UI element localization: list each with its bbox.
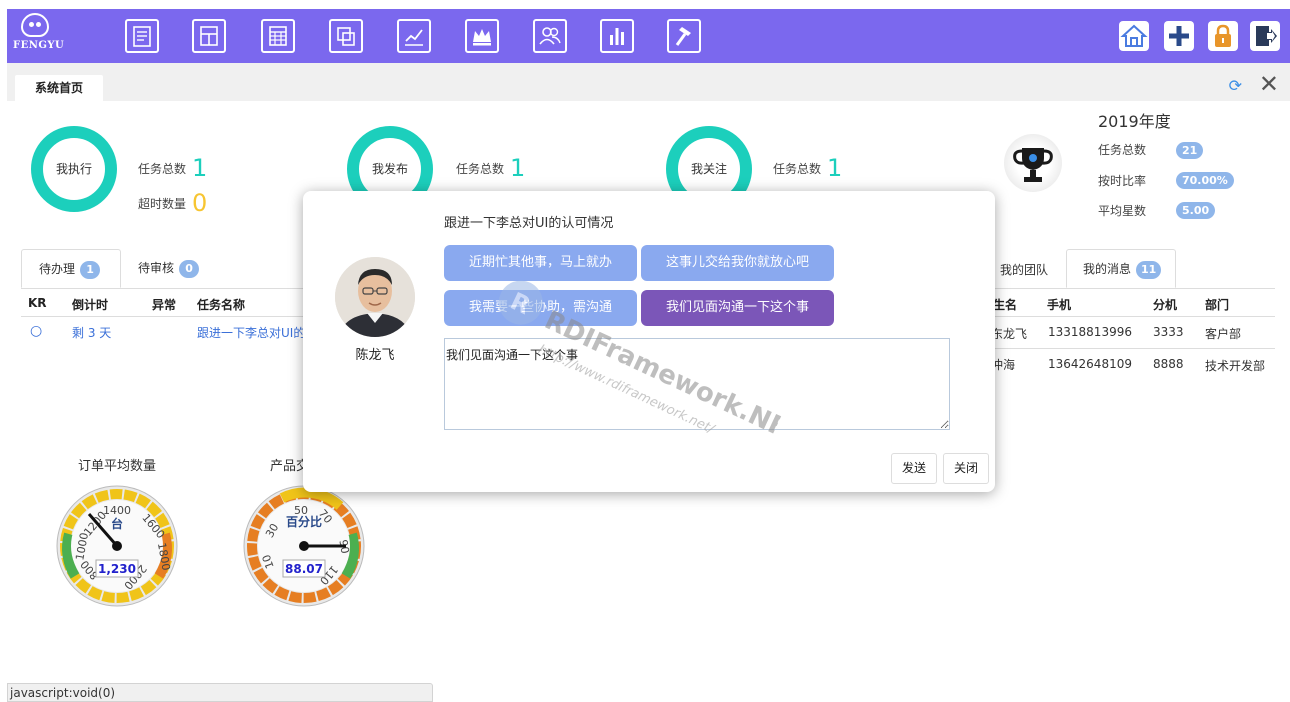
person-name: 陈龙飞 <box>355 348 395 363</box>
member-ext: 8888 <box>1153 357 1184 371</box>
stat-value: 1 <box>510 154 526 182</box>
quick-reply-busy[interactable]: 近期忙其他事，马上就办 <box>444 245 637 281</box>
task-name-link[interactable]: 跟进一下李总对UI的 <box>197 324 305 341</box>
tab-label: 待办理 <box>39 262 76 276</box>
summary-year: 2019年度 <box>1098 112 1171 131</box>
member-phone: 13318813996 <box>1048 325 1132 339</box>
quick-reply-meet[interactable]: 我们见面沟通一下这个事 <box>641 290 834 326</box>
quick-reply-need-help[interactable]: 我需要一些协助，需沟通 <box>444 290 637 326</box>
tab-my-messages[interactable]: 我的消息 11 <box>1066 249 1176 288</box>
gauge-product: 50 70 30 90 10 110 百分比 88.07 <box>243 485 365 607</box>
member-phone: 13642648109 <box>1048 357 1132 371</box>
tab-label: 待审核 <box>138 261 175 275</box>
stat-task-total: 任务总数 1 <box>138 154 207 182</box>
col-header-phone[interactable]: 手机 <box>1047 296 1071 313</box>
member-dept: 客户部 <box>1205 327 1242 341</box>
summary-label: 任务总数 <box>1098 143 1147 157</box>
gauge-unit: 台 <box>111 516 123 531</box>
gauge-order-avg: 1400 1200 1600 1000 1800 800 2000 台 1,23… <box>56 485 178 607</box>
tab-todo[interactable]: 待办理 1 <box>21 249 121 288</box>
stat-label: 任务总数 <box>773 162 822 176</box>
row-divider <box>995 348 1275 349</box>
report-icon[interactable] <box>125 19 159 53</box>
stat-label: 超时数量 <box>138 197 187 211</box>
kr-radio[interactable]: ○ <box>30 323 42 339</box>
home-icon[interactable] <box>1119 21 1149 51</box>
app-root: FENGYU 系统首页 ⟳ ✕ 我执行 任务总数 1 超时数量 0 我发布 任务… <box>0 0 1290 702</box>
users-icon[interactable] <box>533 19 567 53</box>
summary-badge: 70.00% <box>1176 172 1234 189</box>
gauge-tick: 1400 <box>103 504 131 517</box>
send-button[interactable]: 发送 <box>891 453 938 484</box>
plus-icon[interactable] <box>1164 21 1194 51</box>
tab-count-badge: 0 <box>179 260 200 278</box>
summary-badge: 5.00 <box>1176 202 1216 219</box>
row-divider <box>995 316 1275 317</box>
tab-home[interactable]: 系统首页 <box>15 75 103 101</box>
col-header-task-name[interactable]: 任务名称 <box>197 296 245 313</box>
stat-overdue: 超时数量 0 <box>138 189 207 217</box>
exit-icon[interactable] <box>1250 21 1280 51</box>
bar-chart-icon[interactable] <box>600 19 634 53</box>
tab-my-team[interactable]: 我的团队 <box>1000 261 1048 278</box>
crown-icon[interactable] <box>465 19 499 53</box>
row-divider <box>21 316 311 317</box>
page-tab-bar: 系统首页 ⟳ ✕ <box>7 63 1290 101</box>
col-header-countdown[interactable]: 倒计时 <box>72 296 108 313</box>
follow-up-dialog: 跟进一下李总对UI的认可情况 陈龙飞 近期忙其他事，马上就办 这事儿交给我你就放… <box>303 191 995 492</box>
tab-divider <box>21 288 311 289</box>
col-header-kr[interactable]: KR <box>28 296 47 310</box>
col-header-abnormal[interactable]: 异常 <box>152 296 176 313</box>
message-textarea[interactable]: 我们见面沟通一下这个事 <box>444 338 950 430</box>
summary-label: 按时比率 <box>1098 174 1147 188</box>
donut-my-execute[interactable]: 我执行 <box>31 126 117 212</box>
tab-count-badge: 1 <box>80 261 101 279</box>
table-icon[interactable] <box>261 19 295 53</box>
gauge-title: 订单平均数量 <box>78 459 157 474</box>
countdown-cell: 剩 3 天 <box>72 326 112 340</box>
trophy-icon <box>1004 134 1062 192</box>
donut-label: 我执行 <box>55 162 92 176</box>
logo-icon <box>21 13 49 37</box>
member-ext: 3333 <box>1153 325 1184 339</box>
stat-task-total: 任务总数 1 <box>773 154 842 182</box>
refresh-icon[interactable]: ⟳ <box>1229 76 1242 95</box>
summary-badge: 21 <box>1176 142 1204 159</box>
stat-label: 任务总数 <box>138 162 187 176</box>
gauge-value: 1,230 <box>98 562 136 576</box>
chart-line-icon[interactable] <box>397 19 431 53</box>
summary-label: 平均星数 <box>1098 204 1147 218</box>
tab-label: 我的消息 <box>1083 262 1132 276</box>
app-logo[interactable]: FENGYU <box>13 11 65 59</box>
avatar <box>335 257 415 337</box>
close-icon[interactable]: ✕ <box>1259 70 1279 98</box>
layout-icon[interactable] <box>192 19 226 53</box>
member-name: 东龙飞 <box>991 327 1028 341</box>
status-bar: javascript:void(0) <box>7 683 433 702</box>
col-header-ext[interactable]: 分机 <box>1153 296 1177 313</box>
dialog-title: 跟进一下李总对UI的认可情况 <box>444 216 614 231</box>
stat-value: 1 <box>192 154 208 182</box>
stat-value: 1 <box>827 154 843 182</box>
lock-icon[interactable] <box>1208 21 1238 51</box>
tab-review[interactable]: 待审核 0 <box>138 259 200 278</box>
gauge-value: 88.07 <box>285 562 323 576</box>
stat-task-total: 任务总数 1 <box>456 154 525 182</box>
tab-divider <box>995 288 1275 289</box>
module-icon[interactable] <box>329 19 363 53</box>
member-dept: 技术开发部 <box>1205 359 1266 373</box>
stat-label: 任务总数 <box>456 162 505 176</box>
tab-count-badge: 11 <box>1136 261 1162 279</box>
logo-text: FENGYU <box>13 40 65 51</box>
top-nav-bar: FENGYU <box>7 9 1290 63</box>
hammer-icon[interactable] <box>667 19 701 53</box>
close-button[interactable]: 关闭 <box>943 453 990 484</box>
quick-reply-trust[interactable]: 这事儿交给我你就放心吧 <box>641 245 834 281</box>
stat-value: 0 <box>192 189 208 217</box>
col-header-name[interactable]: 生名 <box>993 296 1017 313</box>
gauge-unit: 百分比 <box>286 514 322 529</box>
col-header-dept[interactable]: 部门 <box>1205 296 1229 313</box>
